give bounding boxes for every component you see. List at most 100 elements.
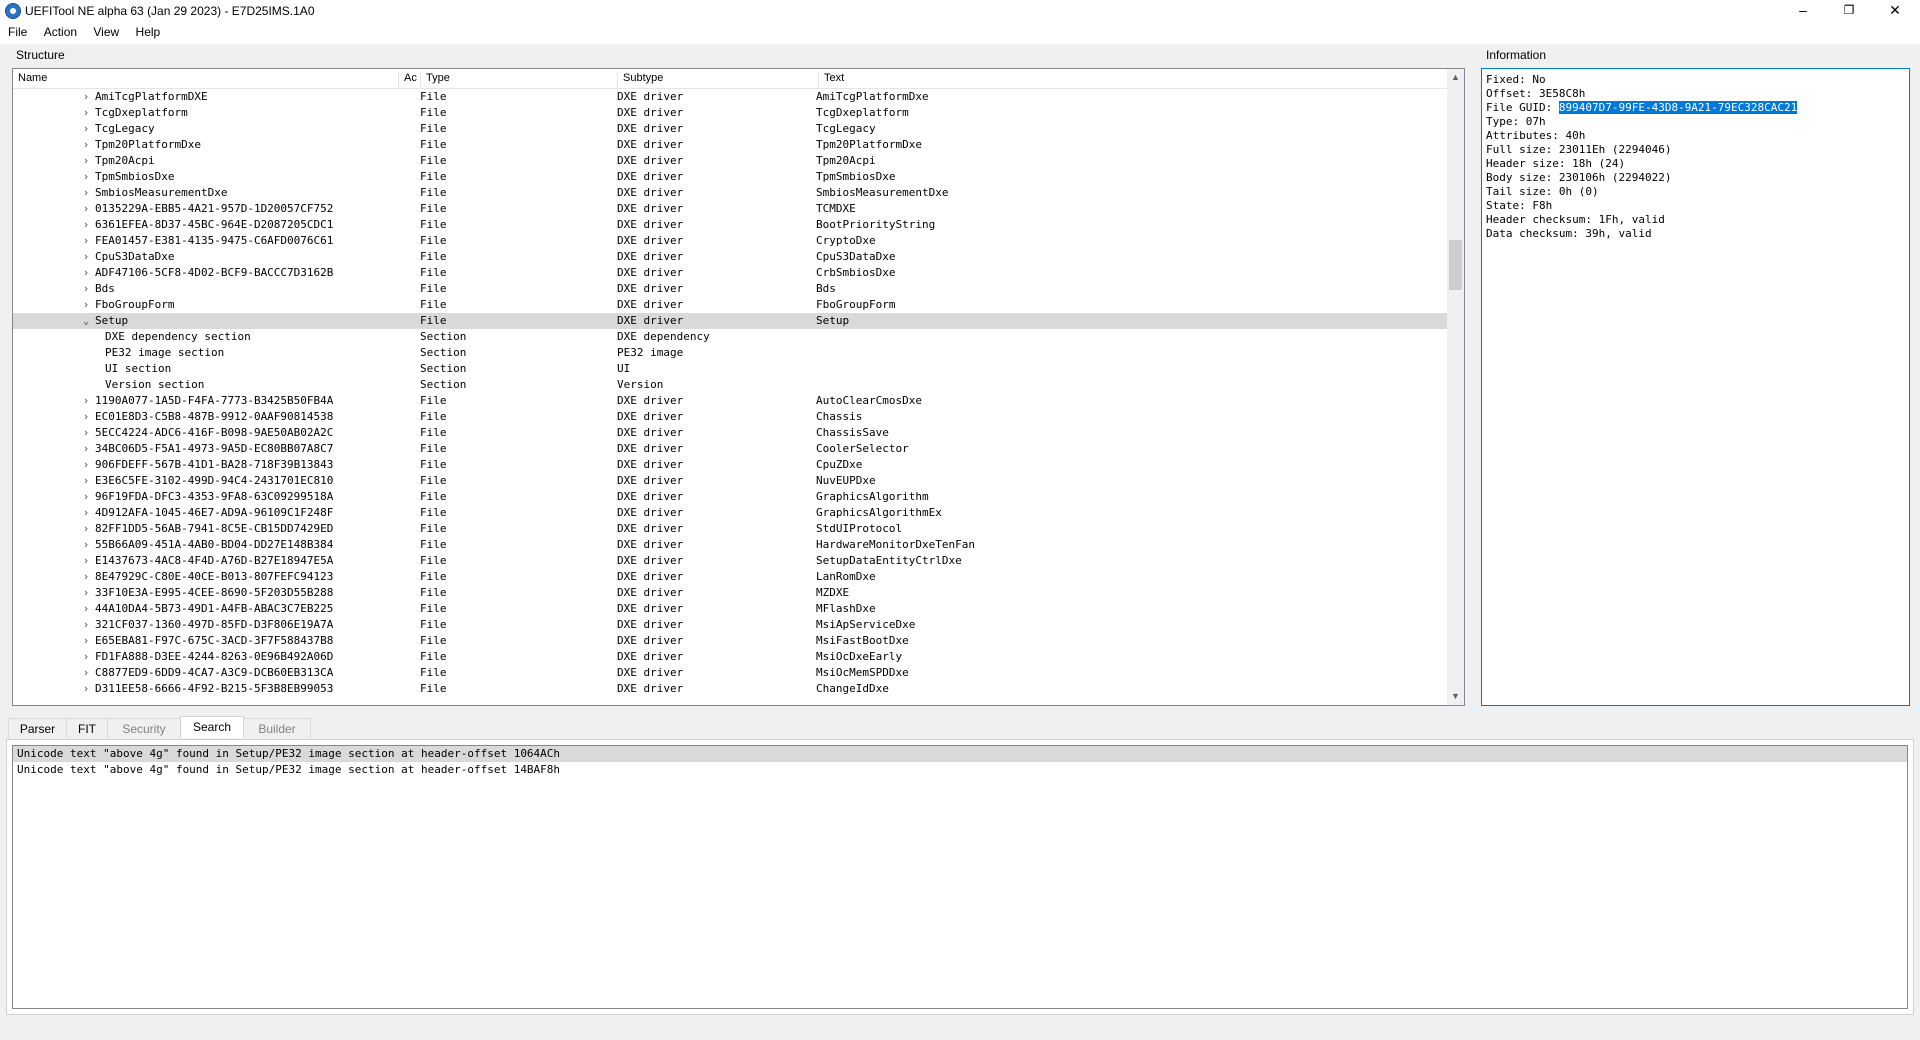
tree-row[interactable]: › 1190A077-1A5D-F4FA-7773-B3425B50FB4A Fil… (13, 393, 1447, 409)
tree-row[interactable]: › AmiTcgPlatformDXE File DXE driver AmiTcgPl… (13, 89, 1447, 105)
tree-row[interactable]: DXE dependency section Section DXE depende… (13, 329, 1447, 345)
expand-chevron-icon[interactable]: › (81, 249, 91, 265)
expand-chevron-icon[interactable]: › (81, 601, 91, 617)
tree-row[interactable]: › CpuS3DataDxe File DXE driver CpuS3DataDxe (13, 249, 1447, 265)
expand-chevron-icon[interactable]: › (81, 121, 91, 137)
tree-row[interactable]: ⌄ Setup File DXE driver Setup (13, 313, 1447, 329)
tree-row[interactable]: › SmbiosMeasurementDxe File DXE driver Smbio… (13, 185, 1447, 201)
tree-row[interactable]: › 906FDEFF-567B-41D1-BA28-718F39B13843 Fil… (13, 457, 1447, 473)
search-results-list[interactable]: Unicode text "above 4g" found in Setup/P… (12, 745, 1908, 1009)
expand-chevron-icon[interactable]: › (81, 473, 91, 489)
expand-chevron-icon[interactable]: › (81, 297, 91, 313)
scroll-down-icon[interactable]: ▼ (1447, 688, 1464, 705)
expand-chevron-icon[interactable]: › (81, 233, 91, 249)
expand-chevron-icon[interactable]: › (81, 105, 91, 121)
scroll-up-icon[interactable]: ▲ (1447, 69, 1464, 86)
expand-chevron-icon[interactable]: › (81, 217, 91, 233)
tab-security[interactable]: Security (107, 718, 181, 738)
column-header-action[interactable]: Ac (399, 72, 421, 88)
search-result-item[interactable]: Unicode text "above 4g" found in Setup/P… (13, 746, 1907, 762)
column-header-text[interactable]: Text (819, 72, 1447, 88)
tree-row[interactable]: › 44A10DA4-5B73-49D1-A4FB-ABAC3C7EB225 Fil… (13, 601, 1447, 617)
tree-row[interactable]: › EC01E8D3-C5B8-487B-9912-0AAF90814538 Fil… (13, 409, 1447, 425)
tree-row[interactable]: › Bds File DXE driver Bds (13, 281, 1447, 297)
expand-chevron-icon[interactable]: › (81, 457, 91, 473)
menu-view[interactable]: View (85, 22, 124, 39)
tree-row[interactable]: › E1437673-4AC8-4F4D-A76D-B27E18947E5A Fil… (13, 553, 1447, 569)
expand-chevron-icon[interactable]: › (81, 393, 91, 409)
row-subtype: DXE driver (617, 506, 684, 519)
expand-chevron-icon[interactable]: › (81, 585, 91, 601)
tree-row[interactable]: › 55B66A09-451A-4AB0-BD04-DD27E148B384 Fil… (13, 537, 1447, 553)
expand-chevron-icon[interactable]: › (81, 281, 91, 297)
column-header-subtype[interactable]: Subtype (618, 72, 819, 88)
expand-chevron-icon[interactable]: › (81, 681, 91, 697)
tree-row[interactable]: › 4D912AFA-1045-46E7-AD9A-96109C1F248F Fil… (13, 505, 1447, 521)
tree-row[interactable]: › E3E6C5FE-3102-499D-94C4-2431701EC810 Fil… (13, 473, 1447, 489)
tab-builder[interactable]: Builder (243, 718, 311, 738)
tree-row[interactable]: › 321CF037-1360-497D-85FD-D3F806E19A7A Fil… (13, 617, 1447, 633)
expand-chevron-icon[interactable]: › (81, 633, 91, 649)
tree-vertical-scrollbar[interactable]: ▲ ▼ (1447, 69, 1464, 705)
column-header-type[interactable]: Type (421, 72, 618, 88)
row-type: Section (420, 346, 467, 359)
tree-row[interactable]: › E65EBA81-F97C-675C-3ACD-3F7F588437B8 Fil… (13, 633, 1447, 649)
search-result-item[interactable]: Unicode text "above 4g" found in Setup/P… (13, 762, 1907, 778)
restore-button[interactable]: ❐ (1826, 0, 1872, 22)
tree-row[interactable]: › 0135229A-EBB5-4A21-957D-1D20057CF752 Fil… (13, 201, 1447, 217)
information-panel[interactable]: Fixed: No Offset: 3E58C8h File GUID: 89940… (1481, 68, 1910, 706)
tree-row[interactable]: › 8E47929C-C80E-40CE-B013-807FEFC94123 Fil… (13, 569, 1447, 585)
expand-chevron-icon[interactable]: › (81, 153, 91, 169)
expand-chevron-icon[interactable]: › (81, 441, 91, 457)
collapse-chevron-icon[interactable]: ⌄ (81, 313, 91, 329)
tree-row[interactable]: Version section Section Version (13, 377, 1447, 393)
expand-chevron-icon[interactable]: › (81, 89, 91, 105)
minimize-button[interactable]: – (1780, 0, 1826, 22)
tree-row[interactable]: › C8877ED9-6DD9-4CA7-A3C9-DCB60EB313CA Fil… (13, 665, 1447, 681)
tree-row[interactable]: › 34BC06D5-F5A1-4973-9A5D-EC80BB07A8C7 Fil… (13, 441, 1447, 457)
tree-row[interactable]: › Tpm20Acpi File DXE driver Tpm20Acpi (13, 153, 1447, 169)
column-header-name[interactable]: Name (13, 72, 399, 88)
structure-tree[interactable]: Name Ac Type Subtype Text › AmiTcgPlatfor… (12, 68, 1465, 706)
expand-chevron-icon[interactable]: › (81, 649, 91, 665)
expand-chevron-icon[interactable]: › (81, 489, 91, 505)
scrollbar-thumb[interactable] (1449, 240, 1462, 290)
tree-row[interactable]: PE32 image section Section PE32 image (13, 345, 1447, 361)
tree-row[interactable]: › FEA01457-E381-4135-9475-C6AFD0076C61 Fil… (13, 233, 1447, 249)
tab-fit[interactable]: FIT (66, 718, 108, 738)
tab-parser[interactable]: Parser (8, 718, 67, 738)
expand-chevron-icon[interactable]: › (81, 553, 91, 569)
tree-row[interactable]: › 6361EFEA-8D37-45BC-964E-D2087205CDC1 Fil… (13, 217, 1447, 233)
expand-chevron-icon[interactable]: › (81, 505, 91, 521)
tab-search[interactable]: Search (180, 716, 244, 738)
tree-row[interactable]: › FD1FA888-D3EE-4244-8263-0E96B492A06D Fil… (13, 649, 1447, 665)
expand-chevron-icon[interactable]: › (81, 569, 91, 585)
expand-chevron-icon[interactable]: › (81, 137, 91, 153)
tree-row[interactable]: › TpmSmbiosDxe File DXE driver TpmSmbiosDxe (13, 169, 1447, 185)
tree-row[interactable]: › TcgDxeplatform File DXE driver TcgDxeplatf… (13, 105, 1447, 121)
expand-chevron-icon[interactable]: › (81, 617, 91, 633)
expand-chevron-icon[interactable]: › (81, 201, 91, 217)
tree-row[interactable]: › TcgLegacy File DXE driver TcgLegacy (13, 121, 1447, 137)
tree-row[interactable]: › 5ECC4224-ADC6-416F-B098-9AE50AB02A2C Fil… (13, 425, 1447, 441)
tree-row[interactable]: › 96F19FDA-DFC3-4353-9FA8-63C09299518A Fil… (13, 489, 1447, 505)
expand-chevron-icon[interactable]: › (81, 169, 91, 185)
expand-chevron-icon[interactable]: › (81, 425, 91, 441)
menu-help[interactable]: Help (128, 22, 166, 39)
tree-row[interactable]: UI section Section UI (13, 361, 1447, 377)
tree-row[interactable]: › Tpm20PlatformDxe File DXE driver Tpm20Plat… (13, 137, 1447, 153)
expand-chevron-icon[interactable]: › (81, 409, 91, 425)
menu-file[interactable]: File (0, 22, 32, 39)
tree-row[interactable]: › FboGroupForm File DXE driver FboGroupForm (13, 297, 1447, 313)
expand-chevron-icon[interactable]: › (81, 521, 91, 537)
expand-chevron-icon[interactable]: › (81, 185, 91, 201)
tree-row[interactable]: › 33F10E3A-E995-4CEE-8690-5F203D55B288 Fil… (13, 585, 1447, 601)
expand-chevron-icon[interactable]: › (81, 265, 91, 281)
menu-action[interactable]: Action (36, 22, 82, 39)
tree-row[interactable]: › ADF47106-5CF8-4D02-BCF9-BACCC7D3162B Fil… (13, 265, 1447, 281)
tree-row[interactable]: › 82FF1DD5-56AB-7941-8C5E-CB15DD7429ED Fil… (13, 521, 1447, 537)
expand-chevron-icon[interactable]: › (81, 537, 91, 553)
tree-row[interactable]: › D311EE58-6666-4F92-B215-5F3B8EB99053 Fil… (13, 681, 1447, 697)
close-button[interactable]: ✕ (1872, 0, 1918, 22)
expand-chevron-icon[interactable]: › (81, 665, 91, 681)
